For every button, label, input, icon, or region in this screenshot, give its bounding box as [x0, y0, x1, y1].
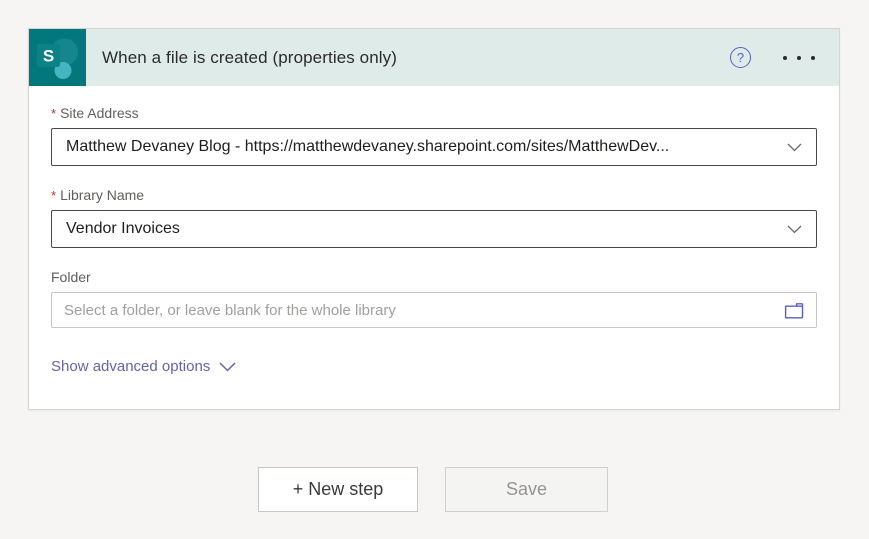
- chevron-down-icon: [787, 143, 802, 151]
- library-name-value: Vendor Invoices: [66, 220, 180, 237]
- trigger-card-body: * Site Address Matthew Devaney Blog - ht…: [29, 86, 839, 409]
- chevron-down-icon: [787, 225, 802, 233]
- library-name-label: * Library Name: [51, 187, 817, 203]
- dot: [783, 55, 787, 60]
- dot: [811, 55, 815, 60]
- folder-input[interactable]: [64, 301, 774, 319]
- folder-field: [51, 292, 817, 328]
- sharepoint-icon: S: [29, 29, 86, 86]
- required-marker: *: [51, 106, 57, 121]
- folder-label-text: Folder: [51, 269, 91, 285]
- help-glyph: ?: [736, 50, 745, 65]
- trigger-title: When a file is created (properties only): [102, 47, 398, 67]
- library-name-label-text: Library Name: [60, 187, 145, 203]
- site-address-value: Matthew Devaney Blog - https://matthewde…: [66, 138, 670, 155]
- library-name-dropdown[interactable]: Vendor Invoices: [51, 210, 817, 248]
- chevron-down-icon: [219, 361, 236, 372]
- show-advanced-options-link[interactable]: Show advanced options: [51, 358, 236, 375]
- save-button[interactable]: Save: [445, 467, 608, 512]
- site-address-label-text: Site Address: [60, 105, 139, 121]
- required-marker: *: [51, 188, 57, 203]
- trigger-card: S When a file is created (properties onl…: [28, 28, 840, 410]
- help-icon[interactable]: ?: [730, 47, 751, 68]
- site-address-dropdown[interactable]: Matthew Devaney Blog - https://matthewde…: [51, 128, 817, 166]
- site-address-label: * Site Address: [51, 105, 817, 121]
- flow-designer-canvas: S When a file is created (properties onl…: [0, 0, 869, 539]
- show-advanced-options-label: Show advanced options: [51, 358, 211, 375]
- more-menu-icon[interactable]: [781, 50, 817, 66]
- folder-picker-icon[interactable]: [784, 302, 804, 319]
- dot: [797, 55, 801, 60]
- trigger-card-header[interactable]: S When a file is created (properties onl…: [29, 29, 839, 86]
- flow-actions: + New step Save: [258, 467, 608, 512]
- svg-text:S: S: [43, 47, 54, 66]
- folder-label: Folder: [51, 269, 817, 285]
- new-step-button[interactable]: + New step: [258, 467, 418, 512]
